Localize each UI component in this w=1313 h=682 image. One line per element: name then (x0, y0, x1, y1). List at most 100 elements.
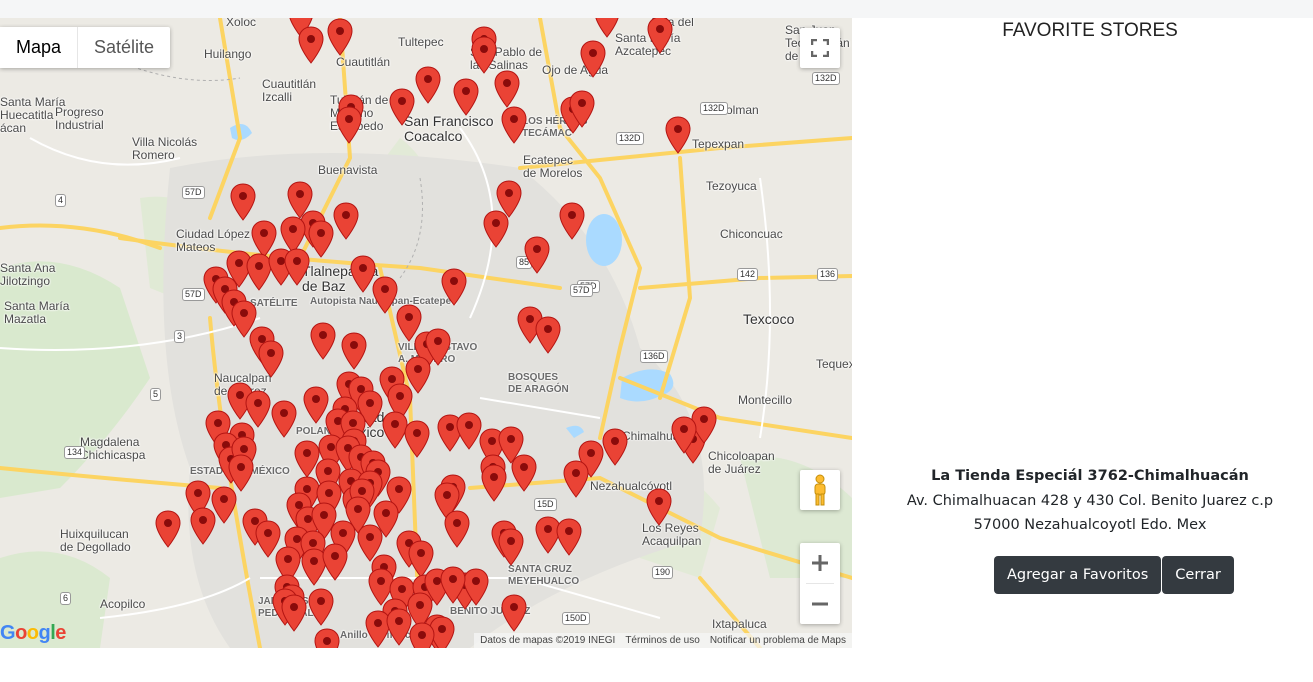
zoom-control (800, 543, 840, 624)
store-marker-pin-icon[interactable] (336, 106, 362, 144)
store-actions: Agregar a Favoritos Cerrar (994, 556, 1234, 594)
street-view-pegman[interactable] (800, 470, 840, 510)
store-marker-pin-icon[interactable] (594, 18, 620, 38)
place-label: Cuautitlán (336, 55, 391, 69)
place-label: Magdalena Chichicaspa (80, 435, 146, 462)
store-marker-pin-icon[interactable] (501, 106, 527, 144)
store-marker-pin-icon[interactable] (333, 202, 359, 240)
road-shield: 57D (182, 186, 205, 199)
store-marker-pin-icon[interactable] (440, 566, 466, 604)
road-shield: 132D (700, 102, 728, 115)
store-marker-pin-icon[interactable] (559, 202, 585, 240)
road-shield: 57D (570, 284, 593, 297)
place-label: SANTA CRUZ MEYEHUALCO (508, 564, 580, 587)
store-marker-pin-icon[interactable] (298, 26, 324, 64)
store-marker-pin-icon[interactable] (498, 528, 524, 566)
store-marker-pin-icon[interactable] (230, 183, 256, 221)
store-marker-pin-icon[interactable] (308, 220, 334, 258)
store-marker-pin-icon[interactable] (665, 116, 691, 154)
logo-letter: o (15, 622, 27, 644)
pegman-icon (814, 474, 826, 506)
place-label: Huixquilucan de Degollado (60, 527, 131, 554)
store-marker-pin-icon[interactable] (281, 594, 307, 632)
report-problem-link[interactable]: Notificar un problema de Maps (710, 633, 846, 648)
place-label: SATÉLITE (250, 298, 298, 309)
store-marker-pin-icon[interactable] (258, 340, 284, 378)
road-shield: 150D (562, 612, 590, 625)
place-label: Chicoloapan de Juárez (708, 449, 775, 476)
store-marker-pin-icon[interactable] (314, 628, 340, 648)
place-label: Cuautitlán Izcalli (262, 77, 317, 104)
add-to-favorites-button[interactable]: Agregar a Favoritos (994, 556, 1162, 594)
store-marker-pin-icon[interactable] (494, 70, 520, 108)
store-marker-pin-icon[interactable] (483, 210, 509, 248)
zoom-in-button[interactable] (800, 543, 840, 583)
google-logo[interactable]: Google (0, 622, 66, 645)
fullscreen-button[interactable] (800, 28, 840, 68)
road-shield: 136 (817, 268, 839, 281)
road-shield: 190 (652, 566, 674, 579)
store-marker-pin-icon[interactable] (155, 510, 181, 548)
place-label: Tepexpan (692, 137, 745, 151)
zoom-out-button[interactable] (800, 584, 840, 624)
store-marker-pin-icon[interactable] (327, 18, 353, 56)
store-marker-pin-icon[interactable] (524, 236, 550, 274)
store-address-line-1: Av. Chimalhuacan 428 y 430 Col. Benito J… (906, 493, 1274, 509)
store-marker-pin-icon[interactable] (404, 420, 430, 458)
store-marker-pin-icon[interactable] (284, 248, 310, 286)
store-marker-pin-icon[interactable] (501, 594, 527, 632)
plus-icon (812, 555, 828, 571)
store-marker-pin-icon[interactable] (310, 322, 336, 360)
logo-letter: o (26, 622, 39, 644)
close-button[interactable]: Cerrar (1162, 556, 1234, 594)
store-marker-pin-icon[interactable] (580, 40, 606, 78)
store-marker-pin-icon[interactable] (453, 78, 479, 116)
store-marker-pin-icon[interactable] (535, 316, 561, 354)
logo-letter: e (55, 622, 66, 644)
store-marker-pin-icon[interactable] (389, 88, 415, 126)
store-marker-pin-icon[interactable] (647, 18, 673, 54)
place-label: Villa Nicolás Romero (132, 135, 198, 162)
store-marker-pin-icon[interactable] (463, 568, 489, 606)
store-marker-pin-icon[interactable] (556, 518, 582, 556)
store-marker-pin-icon[interactable] (372, 276, 398, 314)
store-marker-pin-icon[interactable] (409, 622, 435, 648)
store-marker-pin-icon[interactable] (602, 428, 628, 466)
store-marker-pin-icon[interactable] (471, 36, 497, 74)
store-marker-pin-icon[interactable] (415, 66, 441, 104)
store-marker-pin-icon[interactable] (441, 268, 467, 306)
terms-of-use-link[interactable]: Términos de uso (625, 633, 699, 648)
store-marker-pin-icon[interactable] (271, 400, 297, 438)
road-shield: 142 (737, 268, 759, 281)
place-label: Texcoco (743, 311, 795, 327)
place-label: Huilango (204, 47, 252, 61)
store-marker-pin-icon[interactable] (341, 332, 367, 370)
store-name: La Tienda Especiál 3762-Chimalhuacán (931, 468, 1249, 484)
fullscreen-icon (811, 39, 829, 57)
store-marker-pin-icon[interactable] (308, 588, 334, 626)
road-shield: 6 (60, 592, 72, 605)
map-type-satellite-button[interactable]: Satélite (78, 27, 170, 68)
store-marker-pin-icon[interactable] (444, 510, 470, 548)
store-marker-pin-icon[interactable] (190, 507, 216, 545)
place-label: San Francisco Coacalco (404, 113, 494, 144)
map-canvas[interactable]: Xoloc Tultepec San Pablo de las Salinas Vill… (0, 18, 852, 648)
favorite-stores-panel: FAVORITE STORES La Tienda Especiál 3762-… (852, 18, 1313, 648)
store-marker-pin-icon[interactable] (511, 454, 537, 492)
store-marker-pin-icon[interactable] (671, 416, 697, 454)
road-shield: 132D (812, 72, 840, 85)
map-data-credit: Datos de mapas ©2019 INEGI (480, 635, 616, 646)
store-marker-pin-icon[interactable] (569, 90, 595, 128)
map-type-map-button[interactable]: Mapa (0, 27, 79, 68)
store-marker-pin-icon[interactable] (646, 488, 672, 526)
store-marker-pin-icon[interactable] (322, 543, 348, 581)
panel-title: FAVORITE STORES (1002, 20, 1178, 41)
minus-icon (812, 602, 828, 606)
place-label: Tequex (816, 357, 852, 371)
map-attribution: Datos de mapas ©2019 INEGI Términos de u… (474, 633, 852, 648)
store-marker-pin-icon[interactable] (481, 464, 507, 502)
store-marker-pin-icon[interactable] (563, 460, 589, 498)
road-shield: 4 (55, 194, 67, 207)
place-label: Buenavista (318, 163, 378, 177)
store-address-line-2: 57000 Nezahualcoyotl Edo. Mex (973, 517, 1207, 533)
